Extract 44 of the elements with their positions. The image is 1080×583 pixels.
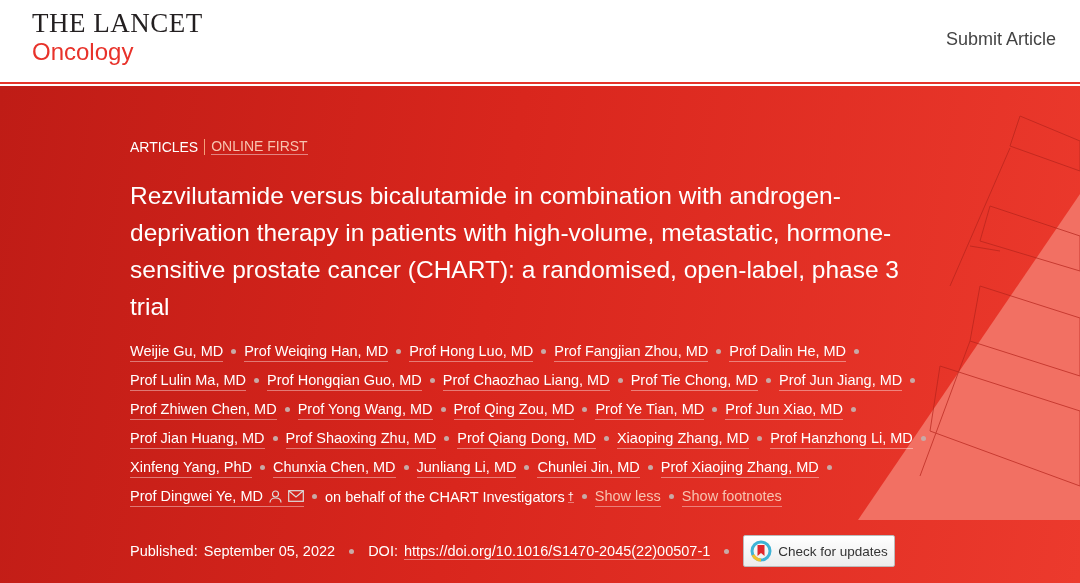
author-link[interactable]: Prof Qing Zou, MD: [453, 399, 575, 419]
bookmark-icon: [750, 540, 773, 562]
author-link[interactable]: Prof Shaoxing Zhu, MD: [285, 428, 437, 448]
published-date: September 05, 2022: [203, 543, 336, 559]
journal-subtitle: Oncology: [32, 37, 135, 67]
section-link[interactable]: ONLINE FIRST: [211, 138, 308, 155]
author-link[interactable]: Chunxia Chen, MD: [273, 457, 396, 477]
author-link[interactable]: Prof Ye Tian, MD: [595, 399, 705, 419]
doi-label: DOI:: [368, 543, 398, 559]
author-link[interactable]: Prof Jian Huang, MD: [130, 428, 265, 448]
author-link[interactable]: Prof Weiqing Han, MD: [244, 341, 389, 361]
toggle-link[interactable]: Show less: [594, 486, 661, 507]
author-link[interactable]: Prof Fangjian Zhou, MD: [554, 341, 709, 361]
author-link[interactable]: Prof Xiaojing Zhang, MD: [660, 457, 819, 477]
author-link[interactable]: Prof Qiang Dong, MD: [457, 428, 596, 448]
mail-icon[interactable]: [288, 490, 304, 502]
article-type: ARTICLES: [130, 138, 199, 155]
author-link[interactable]: Prof Jun Jiang, MD: [778, 370, 903, 390]
submit-article-link[interactable]: Submit Article: [945, 29, 1056, 50]
author-link[interactable]: Prof Dalin He, MD: [729, 341, 847, 361]
author-link[interactable]: Prof Yong Wang, MD: [297, 399, 433, 419]
author-link[interactable]: Prof Chaozhao Liang, MD: [442, 370, 610, 390]
group-author: on behalf of the CHART Investigators: [325, 487, 565, 507]
footnote-link[interactable]: †: [567, 490, 574, 503]
author-link[interactable]: Prof Hong Luo, MD: [409, 341, 534, 361]
author-link[interactable]: Prof Hanzhong Li, MD: [770, 428, 913, 448]
author-link[interactable]: Xiaoping Zhang, MD: [616, 428, 750, 448]
author-link[interactable]: Prof Zhiwen Chen, MD: [130, 399, 277, 419]
toggle-link[interactable]: Show footnotes: [681, 486, 782, 507]
author-link[interactable]: Prof Hongqian Guo, MD: [267, 370, 422, 390]
author-link[interactable]: Prof Lulin Ma, MD: [130, 370, 247, 390]
person-icon[interactable]: [269, 489, 282, 503]
author-link[interactable]: Prof Jun Xiao, MD: [725, 399, 843, 419]
journal-name: THE LANCET: [32, 9, 203, 37]
author-link[interactable]: Junliang Li, MD: [416, 457, 517, 477]
author-link[interactable]: Weijie Gu, MD: [130, 341, 224, 361]
check-for-updates-button[interactable]: Check for updates: [743, 535, 895, 567]
article-title: Rezvilutamide versus bicalutamide in combination with androgen-deprivation therapy in patients with high-volume, metastatic, hormone-sensitive prostate cancer (CHART): a randomised, open-label, phase 3 trial: [130, 181, 900, 322]
author-link[interactable]: Prof Tie Chong, MD: [630, 370, 758, 390]
published-label: Published:: [130, 543, 198, 559]
author-link[interactable]: Prof Dingwei Ye, MD: [130, 486, 263, 506]
author-link[interactable]: Xinfeng Yang, PhD: [130, 457, 252, 477]
author-link[interactable]: Chunlei Jin, MD: [537, 457, 640, 477]
doi-link[interactable]: https://doi.org/10.1016/S1470-2045(22)00507-1: [403, 542, 711, 560]
